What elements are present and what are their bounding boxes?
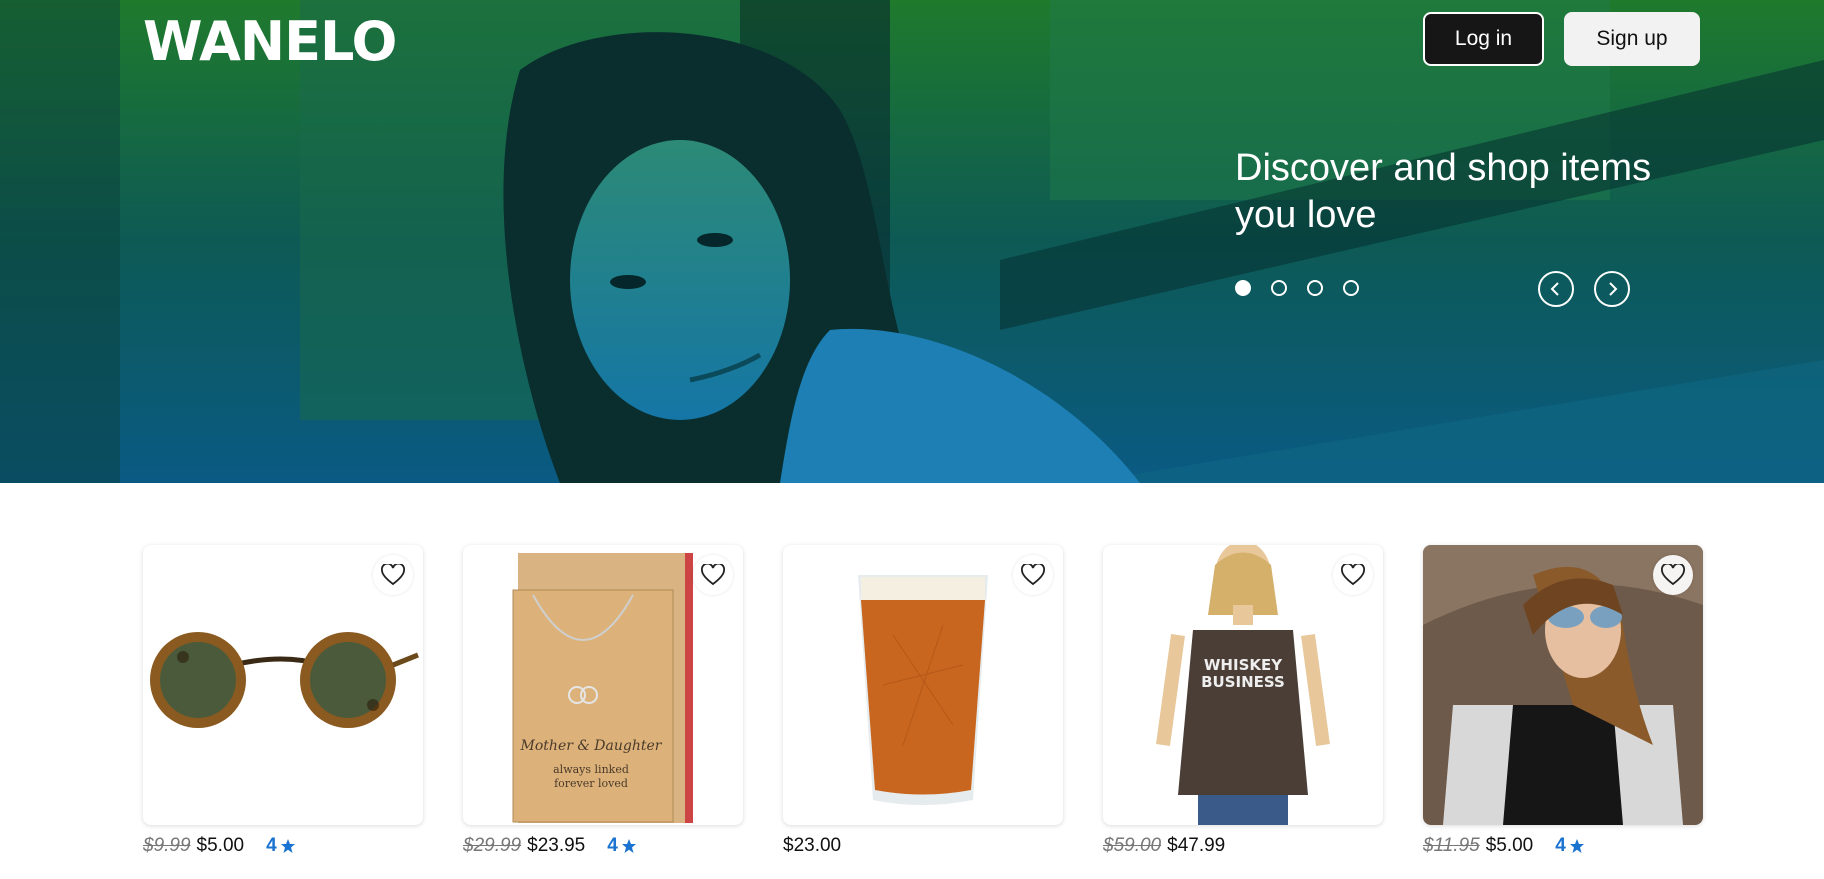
heart-icon (1341, 564, 1365, 586)
product-card[interactable]: $23.00 (783, 545, 1063, 857)
product-card[interactable]: $11.95 $5.00 4 (1423, 545, 1703, 857)
rating-value: 4 (1555, 835, 1566, 856)
sale-price: $47.99 (1167, 835, 1226, 856)
carousel-next-button[interactable] (1594, 271, 1630, 307)
heart-icon (1021, 564, 1045, 586)
star-icon (280, 839, 295, 853)
hero-banner: WANELO Log in Sign up Discover and shop … (0, 0, 1824, 483)
price-row: $59.00 $47.99 (1103, 835, 1383, 857)
price: $23.00 (783, 835, 842, 856)
price-row: $29.99 $23.95 4 (463, 835, 743, 857)
original-price: $29.99 (463, 835, 522, 856)
carousel-dot-3[interactable] (1307, 280, 1323, 296)
product-image[interactable]: WHISKEY BUSINESS (1103, 545, 1383, 825)
necklace-text-3: forever loved (554, 777, 628, 790)
sale-price: $5.00 (196, 835, 245, 856)
heart-icon (701, 564, 725, 586)
carousel-prev-button[interactable] (1538, 271, 1574, 307)
star-icon (1569, 839, 1584, 853)
sale-price: $23.95 (527, 835, 586, 856)
favorite-button[interactable] (693, 555, 733, 595)
carousel-dot-4[interactable] (1343, 280, 1359, 296)
sale-price: $5.00 (1485, 835, 1534, 856)
heart-icon (381, 564, 405, 586)
rating: 4 (266, 835, 296, 857)
favorite-button[interactable] (1653, 555, 1693, 595)
rating: 4 (1555, 835, 1585, 857)
tank-text-2: BUSINESS (1201, 673, 1285, 691)
necklace-text-1: Mother & Daughter (520, 738, 663, 754)
favorite-button[interactable] (1333, 555, 1373, 595)
original-price: $9.99 (143, 835, 191, 856)
login-button[interactable]: Log in (1423, 12, 1544, 66)
product-card[interactable]: WHISKEY BUSINESS $59.00 $47.99 (1103, 545, 1383, 857)
chevron-left-icon (1550, 282, 1559, 296)
heart-icon (1661, 564, 1685, 586)
price-row: $9.99 $5.00 4 (143, 835, 423, 857)
product-image[interactable]: Mother & Daughter always linked forever … (463, 545, 743, 825)
product-card[interactable]: Mother & Daughter always linked forever … (463, 545, 743, 857)
signup-button[interactable]: Sign up (1564, 12, 1700, 66)
rating-value: 4 (607, 835, 618, 856)
favorite-button[interactable] (1013, 555, 1053, 595)
wanelo-logo[interactable]: WANELO (143, 10, 397, 73)
favorite-button[interactable] (373, 555, 413, 595)
necklace-text-2: always linked (553, 763, 629, 776)
price-row: $23.00 (783, 835, 1063, 857)
product-image[interactable] (143, 545, 423, 825)
star-icon (621, 839, 636, 853)
product-grid: $9.99 $5.00 4 Mother & Daughter always l… (143, 545, 1703, 857)
product-card[interactable]: $9.99 $5.00 4 (143, 545, 423, 857)
carousel-dot-1[interactable] (1235, 280, 1251, 296)
rating-value: 4 (266, 835, 277, 856)
original-price: $11.95 (1423, 835, 1480, 856)
product-image[interactable] (783, 545, 1063, 825)
tank-text-1: WHISKEY (1204, 656, 1283, 674)
carousel-indicators (1235, 280, 1359, 296)
hero-tagline: Discover and shop items you love (1235, 147, 1652, 236)
carousel-dot-2[interactable] (1271, 280, 1287, 296)
product-image[interactable] (1423, 545, 1703, 825)
chevron-right-icon (1609, 282, 1618, 296)
price-row: $11.95 $5.00 4 (1423, 835, 1703, 857)
rating: 4 (607, 835, 637, 857)
original-price: $59.00 (1103, 835, 1162, 856)
